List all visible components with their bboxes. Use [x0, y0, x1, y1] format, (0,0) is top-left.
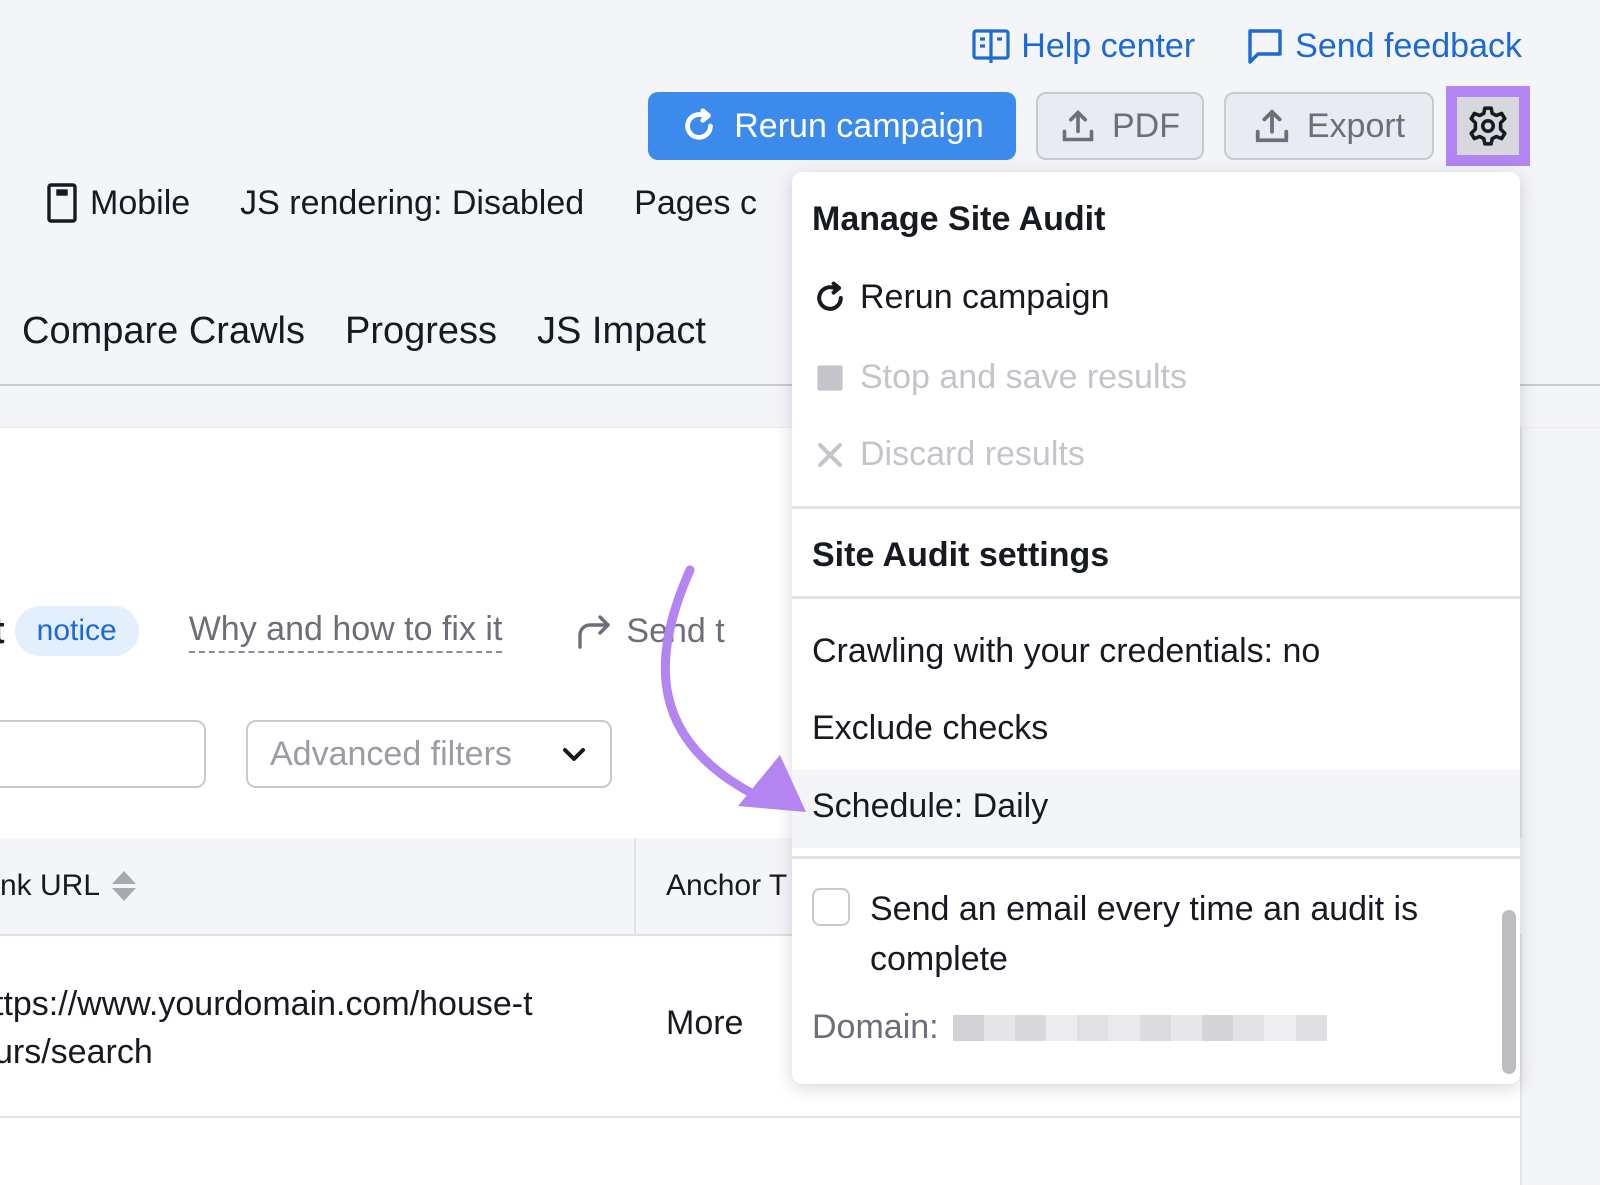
- menu-item-label: Discard results: [860, 435, 1085, 473]
- email-notification-option[interactable]: Send an email every time an audit is com…: [812, 884, 1470, 984]
- settings-button-inner: [1457, 97, 1519, 155]
- menu-divider: [792, 596, 1520, 599]
- pdf-button[interactable]: PDF: [1036, 92, 1204, 160]
- rerun-campaign-label: Rerun campaign: [734, 106, 984, 145]
- link-url-cell[interactable]: ttps://www.yourdomain.com/house-t urs/se…: [0, 980, 594, 1076]
- js-rendering-info: JS rendering: Disabled: [240, 183, 585, 222]
- send-feedback-link[interactable]: Send feedback: [1245, 26, 1522, 66]
- menu-item-exclude-checks[interactable]: Exclude checks: [812, 709, 1048, 748]
- device-label: Mobile: [90, 183, 191, 222]
- chat-icon: [1248, 29, 1282, 64]
- upload-icon: [1255, 109, 1289, 143]
- menu-divider: [792, 506, 1520, 509]
- advanced-filters-label: Advanced filters: [270, 734, 512, 773]
- menu-divider: [792, 856, 1520, 859]
- dropdown-scrollbar[interactable]: [1502, 910, 1516, 1074]
- refresh-icon: [817, 281, 843, 311]
- menu-item-label: Stop and save results: [860, 358, 1187, 396]
- column-anchor-text[interactable]: Anchor T: [666, 838, 787, 934]
- export-label: Export: [1306, 106, 1406, 145]
- menu-item-rerun-campaign[interactable]: Rerun campaign: [812, 278, 1109, 317]
- help-center-link[interactable]: Help center: [971, 26, 1195, 66]
- menu-item-stop-and-save: Stop and save results: [812, 358, 1187, 397]
- mobile-icon: [47, 183, 77, 223]
- device-info: Mobile: [46, 183, 190, 223]
- book-icon: [972, 29, 1010, 63]
- toolbar: Rerun campaign PDF Export: [648, 92, 1434, 160]
- site-audit-settings-heading: Site Audit settings: [812, 536, 1110, 574]
- sort-icon[interactable]: [112, 871, 137, 901]
- column-anchor-text-label: Anchor T: [666, 869, 788, 902]
- menu-item-schedule[interactable]: Schedule: Daily: [812, 787, 1048, 826]
- gear-icon: [1469, 106, 1507, 146]
- send-feedback-label: Send feedback: [1295, 26, 1522, 65]
- email-checkbox[interactable]: [812, 888, 850, 926]
- pages-info: Pages c: [634, 183, 757, 222]
- menu-item-discard-results: Discard results: [812, 435, 1085, 474]
- tab-compare-crawls[interactable]: Compare Crawls: [22, 310, 305, 353]
- upload-icon: [1062, 109, 1094, 142]
- tabs: Compare Crawls Progress JS Impact: [22, 310, 706, 353]
- help-center-label: Help center: [1021, 26, 1196, 65]
- export-button[interactable]: Export: [1224, 92, 1434, 160]
- send-to-label: Send t: [626, 611, 725, 650]
- tab-progress[interactable]: Progress: [345, 310, 497, 353]
- menu-item-label: Rerun campaign: [860, 278, 1110, 316]
- share-arrow-icon: [578, 615, 611, 649]
- why-and-how-link[interactable]: Why and how to fix it: [188, 610, 503, 653]
- rerun-campaign-button[interactable]: Rerun campaign: [648, 92, 1016, 160]
- close-icon: [818, 442, 842, 467]
- domain-row: Domain:: [812, 1008, 1327, 1047]
- column-link-url-label: nk URL: [0, 869, 101, 902]
- send-to-button[interactable]: Send t: [574, 611, 725, 651]
- campaign-info-row: Mobile JS rendering: Disabled Pages c: [46, 183, 757, 223]
- anchor-text-cell: More: [666, 1004, 744, 1042]
- domain-label: Domain:: [812, 1008, 939, 1046]
- tab-js-impact[interactable]: JS Impact: [537, 310, 706, 353]
- notice-badge: notice: [14, 606, 139, 656]
- chevron-down-icon: [563, 748, 585, 761]
- stop-icon: [817, 364, 843, 391]
- search-box: [0, 720, 416, 788]
- manage-site-audit-heading: Manage Site Audit: [812, 200, 1106, 238]
- refresh-icon: [685, 108, 714, 140]
- issue-title: t: [0, 610, 5, 653]
- advanced-filters-dropdown[interactable]: Advanced filters: [246, 720, 612, 788]
- menu-item-crawling-credentials[interactable]: Crawling with your credentials: no: [812, 632, 1320, 671]
- blurred-domain-value: [952, 1011, 1327, 1045]
- settings-dropdown: Manage Site Audit Rerun campaign Stop an…: [792, 172, 1520, 1084]
- column-link-url[interactable]: nk URL: [0, 838, 636, 934]
- settings-button[interactable]: [1446, 86, 1530, 166]
- top-links: Help center Send feedback: [971, 26, 1522, 66]
- email-checkbox-label: Send an email every time an audit is com…: [870, 890, 1419, 978]
- pdf-label: PDF: [1112, 106, 1180, 145]
- issue-header: t notice Why and how to fix it Send t: [0, 606, 725, 656]
